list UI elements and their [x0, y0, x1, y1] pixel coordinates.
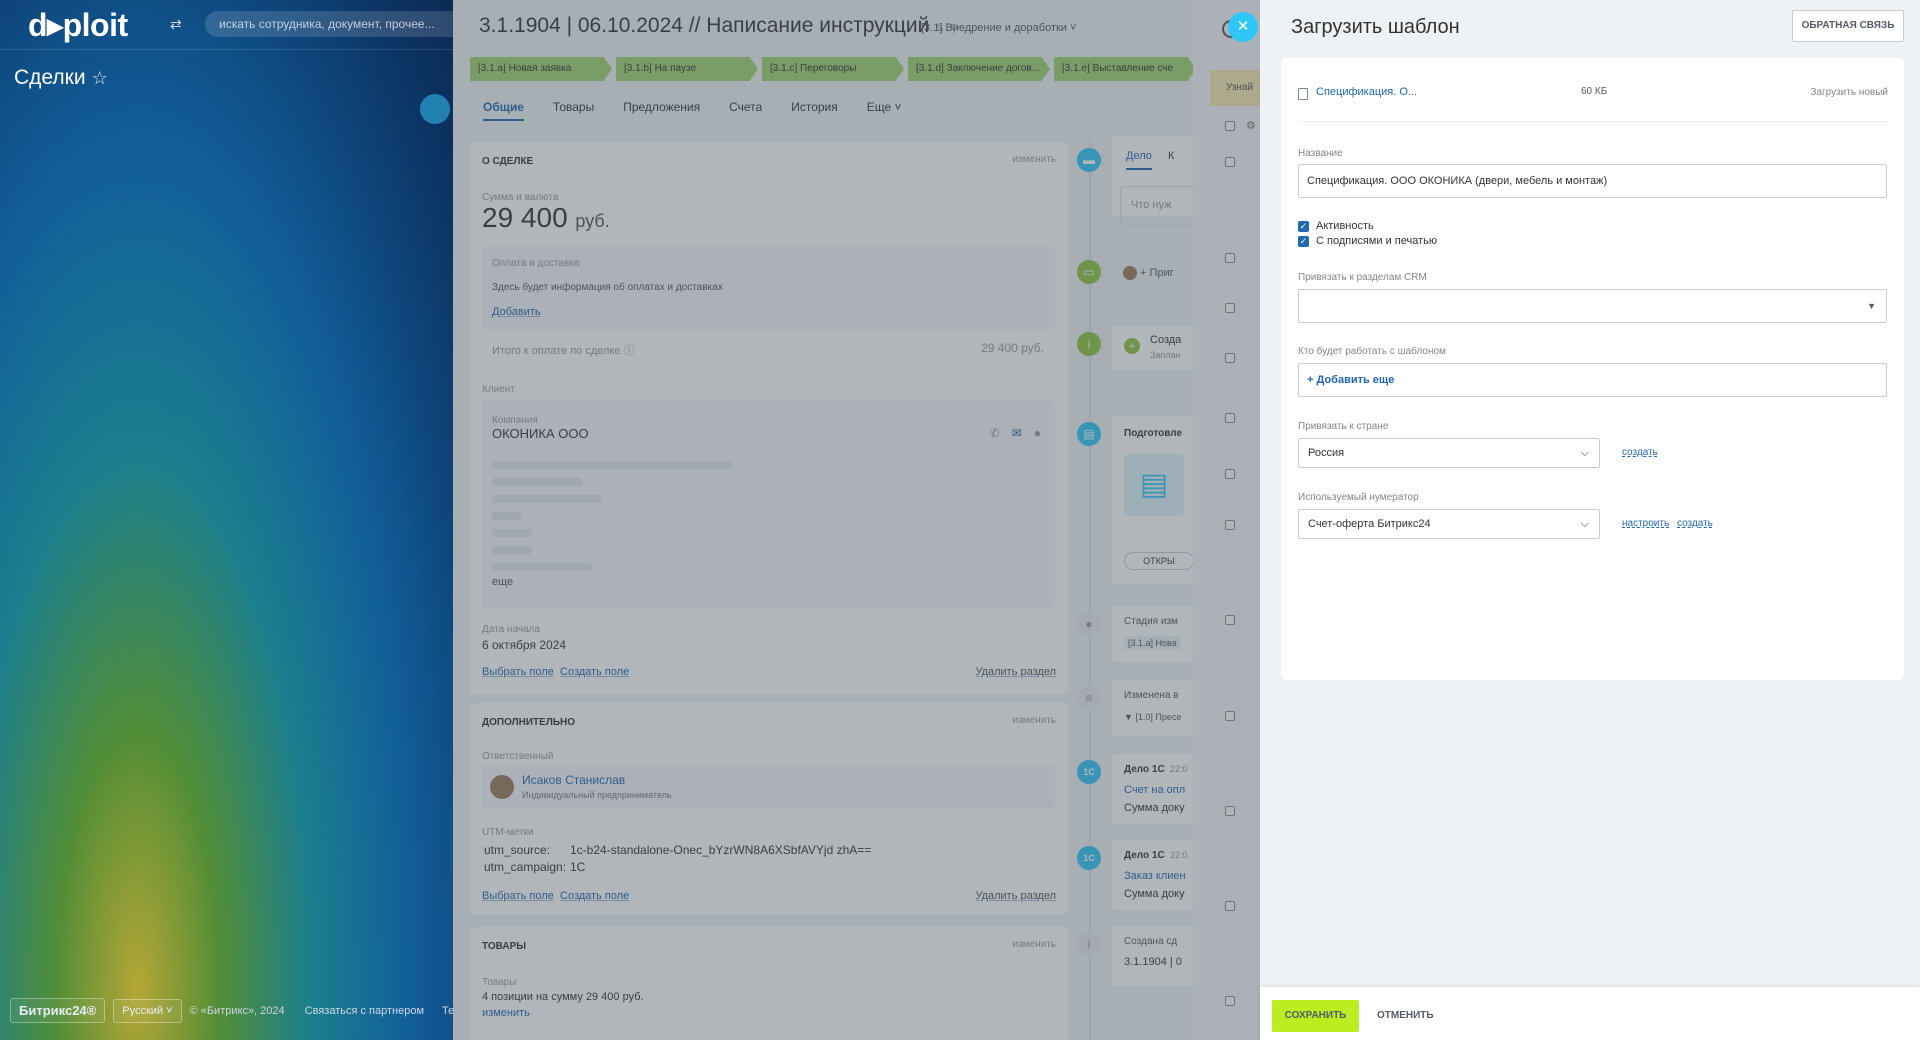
global-search-input[interactable]: искать сотрудника, документ, прочее...	[205, 11, 485, 37]
bitrix24-button[interactable]: Битрикс24®	[10, 998, 106, 1023]
numerator-label: Используемый нумератор	[1298, 492, 1419, 503]
upload-new-link[interactable]: Загрузить новый	[1810, 87, 1888, 98]
file-size: 60 КБ	[1581, 86, 1608, 97]
page-title-text: Сделки	[14, 66, 86, 89]
users-label: Кто будет работать с шаблоном	[1298, 346, 1446, 357]
file-row: Спецификация. О... 60 КБ Загрузить новый	[1298, 86, 1888, 122]
numerator-setup-link[interactable]: настроить	[1622, 518, 1669, 529]
language-value: Русский	[122, 1004, 164, 1017]
active-checkbox[interactable]: ✓ Активность	[1298, 220, 1374, 232]
numerator-value: Счет-оферта Битрикс24	[1308, 518, 1431, 530]
name-label: Название	[1298, 148, 1343, 159]
feedback-button[interactable]: ОБРАТНАЯ СВЯЗЬ	[1792, 10, 1904, 42]
page-title: Сделки ☆	[14, 66, 108, 90]
template-form: Спецификация. О... 60 КБ Загрузить новый…	[1281, 58, 1904, 680]
country-select[interactable]: Россия ⌵	[1298, 438, 1600, 468]
background-dim	[0, 0, 460, 1040]
star-icon[interactable]: ☆	[92, 68, 108, 88]
partner-link[interactable]: Связаться с партнером	[305, 1005, 424, 1017]
filter-icon[interactable]: ⇄	[170, 16, 182, 33]
crm-label: Привязать к разделам CRM	[1298, 272, 1427, 283]
checkbox-checked-icon: ✓	[1298, 220, 1309, 232]
name-input[interactable]: Спецификация. ООО ОКОНИКА (двери, мебель…	[1298, 164, 1887, 198]
add-more-link[interactable]: + Добавить еще	[1307, 374, 1394, 386]
stamp-checkbox[interactable]: ✓ С подписями и печатью	[1298, 235, 1437, 247]
footer: Битрикс24® Русский ˅ © «Битрикс», 2024 С…	[10, 998, 460, 1023]
logo[interactable]: d▸ploit	[28, 6, 128, 44]
checkbox-checked-icon: ✓	[1298, 235, 1309, 247]
close-icon: ✕	[1236, 18, 1250, 35]
cancel-button[interactable]: ОТМЕНИТЬ	[1369, 1000, 1442, 1032]
stamp-label: С подписями и печатью	[1316, 235, 1438, 247]
numerator-select[interactable]: Счет-оферта Битрикс24 ⌵	[1298, 509, 1600, 539]
chevron-down-icon: ⌵	[1580, 447, 1589, 459]
top-bar: d▸ploit ⇄ искать сотрудника, документ, п…	[0, 0, 485, 50]
country-create-link[interactable]: создать	[1622, 447, 1658, 458]
country-label: Привязать к стране	[1298, 421, 1389, 432]
close-panel-button[interactable]: ✕	[1228, 12, 1258, 42]
list-dim-overlay	[1193, 0, 1260, 1040]
upload-template-panel: Загрузить шаблон ОБРАТНАЯ СВЯЗЬ Специфик…	[1260, 0, 1920, 1040]
copyright: © «Битрикс», 2024	[189, 1004, 285, 1017]
crm-sections-select[interactable]: ▼	[1298, 289, 1887, 323]
action-bar: СОХРАНИТЬ ОТМЕНИТЬ	[1260, 987, 1920, 1040]
numerator-create-link[interactable]: создать	[1677, 518, 1713, 529]
file-name-link[interactable]: Спецификация. О...	[1316, 86, 1417, 98]
file-icon	[1298, 88, 1308, 100]
caret-down-icon: ▼	[1867, 301, 1876, 311]
chevron-down-icon: ⌵	[1580, 518, 1589, 530]
bubble-icon	[420, 94, 450, 124]
active-label: Активность	[1316, 220, 1374, 232]
panel-title: Загрузить шаблон	[1291, 16, 1460, 38]
country-value: Россия	[1308, 447, 1345, 459]
language-select[interactable]: Русский ˅	[113, 998, 182, 1023]
users-selector: + Добавить еще	[1298, 363, 1887, 397]
save-button[interactable]: СОХРАНИТЬ	[1272, 1000, 1359, 1032]
